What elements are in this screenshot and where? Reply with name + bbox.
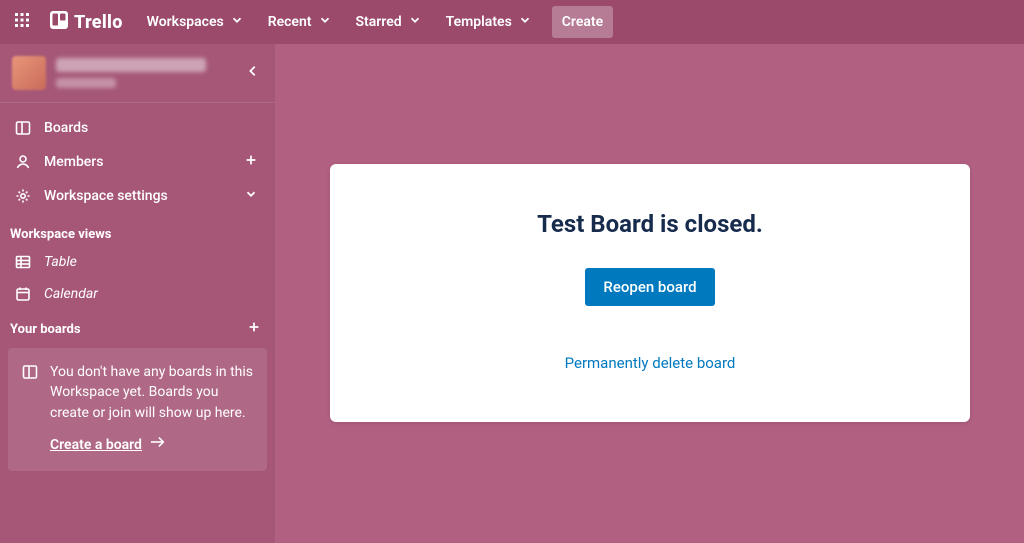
heading-label: Your boards [10,322,81,337]
view-label: Calendar [44,286,98,302]
reopen-label: Reopen board [603,278,696,296]
closed-board-title: Test Board is closed. [350,210,950,238]
plus-icon [244,153,258,171]
sidebar-item-settings[interactable]: Workspace settings [0,179,275,213]
add-member-button[interactable] [241,153,261,171]
board-icon [14,120,32,136]
workspace-name-redacted [56,58,206,72]
expand-settings-button[interactable] [241,187,261,205]
nav-starred[interactable]: Starred [346,6,432,38]
nav-label: Starred [356,14,402,30]
chevron-down-icon [408,13,422,31]
board-icon [22,364,40,423]
nav-label: Templates [446,14,512,30]
permanently-delete-link[interactable]: Permanently delete board [350,354,950,372]
plus-icon [247,323,261,338]
workspace-avatar [12,56,46,90]
heading-label: Workspace views [10,227,111,242]
person-icon [14,154,32,170]
trello-logo-icon [50,11,70,34]
trello-logo-button[interactable]: Trello [40,6,133,38]
nav-label: Recent [268,14,312,30]
topbar: Trello Workspaces Recent Starred Templat… [0,0,1024,44]
sidebar-item-label: Workspace settings [44,188,229,204]
create-button[interactable]: Create [552,6,613,38]
chevron-down-icon [318,13,332,31]
workspace-subtitle-redacted [56,78,116,88]
layout: Boards Members Workspace settings [0,44,1024,543]
reopen-board-button[interactable]: Reopen board [585,268,714,306]
main-area: Test Board is closed. Reopen board Perma… [276,44,1024,543]
create-board-link[interactable]: Create a board [50,435,166,455]
sidebar-main-list: Boards Members Workspace settings [0,103,275,217]
chevron-down-icon [244,187,258,205]
sidebar-heading-boards: Your boards [0,310,275,342]
empty-boards-note: You don't have any boards in this Worksp… [8,348,267,471]
sidebar-item-members[interactable]: Members [0,145,275,179]
chevron-left-icon [246,64,260,82]
nav-templates[interactable]: Templates [436,6,542,38]
chevron-down-icon [518,13,532,31]
sidebar-heading-views: Workspace views [0,217,275,246]
create-board-label: Create a board [50,435,142,455]
gear-icon [14,188,32,204]
nav-workspaces[interactable]: Workspaces [137,6,254,38]
workspace-header[interactable] [0,44,275,103]
view-label: Table [44,254,77,270]
nav-label: Workspaces [147,14,224,30]
closed-board-card: Test Board is closed. Reopen board Perma… [330,164,970,422]
sidebar-item-boards[interactable]: Boards [0,111,275,145]
sidebar-item-label: Members [44,154,229,170]
sidebar-collapse-button[interactable] [241,61,265,85]
arrow-right-icon [150,435,166,455]
apps-grid-icon [14,12,30,32]
sidebar-item-label: Boards [44,120,261,136]
brand-label: Trello [74,12,123,33]
apps-switcher-button[interactable] [8,6,36,38]
table-icon [14,254,32,270]
chevron-down-icon [230,13,244,31]
delete-label: Permanently delete board [565,354,736,372]
calendar-icon [14,286,32,302]
empty-boards-text: You don't have any boards in this Worksp… [50,362,253,423]
workspace-name-block [56,58,231,88]
sidebar-view-table[interactable]: Table [0,246,275,278]
create-label: Create [562,14,603,30]
nav-recent[interactable]: Recent [258,6,342,38]
sidebar-view-calendar[interactable]: Calendar [0,278,275,310]
add-board-button[interactable] [247,320,261,338]
sidebar: Boards Members Workspace settings [0,44,276,543]
